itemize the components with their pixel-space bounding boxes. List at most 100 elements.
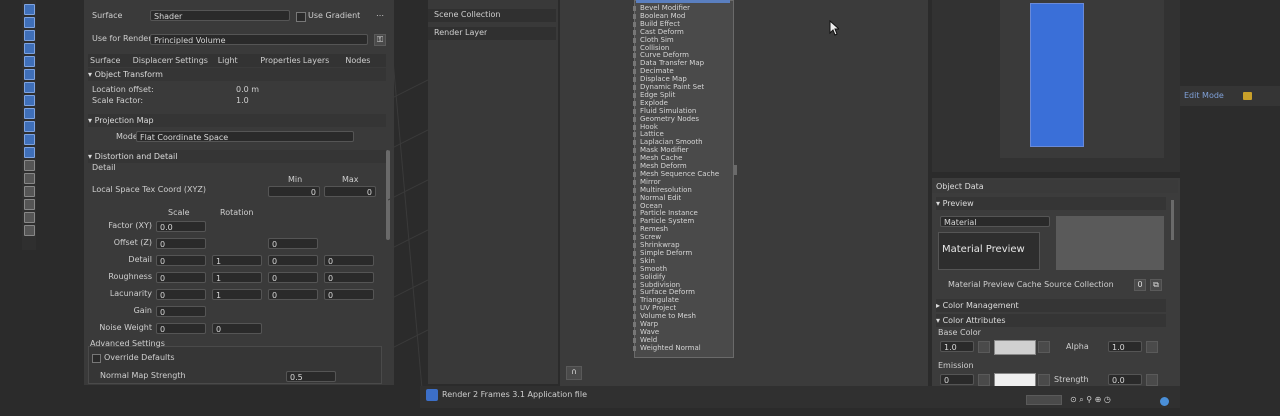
grid-max-field[interactable]: 0 — [324, 186, 376, 197]
caption-value[interactable]: 0 — [1134, 279, 1146, 291]
use-for-dropdown[interactable]: Principled Volume — [150, 34, 368, 45]
circle-icon[interactable] — [24, 225, 35, 236]
annotate-icon[interactable] — [24, 69, 35, 80]
grid-cell-v1[interactable]: 0.0 — [156, 221, 206, 232]
grid-cell-v2[interactable]: 1 — [212, 272, 262, 283]
mouse-cursor-icon — [829, 20, 839, 36]
grid-cell-v1[interactable]: 0 — [156, 272, 206, 283]
outliner-item-2: Render Layer — [434, 28, 488, 37]
scale-icon[interactable] — [24, 43, 35, 54]
status-blue-icon[interactable] — [1160, 397, 1169, 406]
paint-icon[interactable] — [24, 108, 35, 119]
transform-scale-label: Scale Factor: — [92, 96, 144, 105]
brush-icon[interactable] — [24, 95, 35, 106]
node-icon[interactable] — [24, 134, 35, 145]
strength-field[interactable]: 0.0 — [1108, 374, 1142, 385]
preview-thumbnail-text: Material Preview — [942, 244, 1025, 255]
list-bullet — [633, 45, 636, 51]
section-preview[interactable]: ▾ Preview — [936, 197, 1166, 210]
rotate-icon[interactable] — [24, 30, 35, 41]
grid-min-field[interactable]: 0 — [268, 186, 320, 197]
grid-cell-v4[interactable]: 0 — [324, 289, 374, 300]
grid-cell-v4[interactable]: 0 — [324, 272, 374, 283]
lock-toggle-icon[interactable]: ∩ — [566, 366, 582, 380]
doc-icon[interactable] — [24, 186, 35, 197]
normal-strength-label: Normal Map Strength — [100, 371, 186, 380]
section-object-transform[interactable]: ▾ Object Transform — [88, 68, 386, 81]
list-bullet — [633, 337, 636, 343]
tab-3[interactable]: Light — [218, 55, 259, 67]
gradient-checkbox[interactable] — [296, 12, 306, 22]
grid-cell-v3[interactable]: 0 — [268, 272, 318, 283]
section-color-attributes[interactable]: ▾ Color Attributes — [936, 314, 1166, 327]
list-bullet — [633, 132, 636, 138]
measure-icon[interactable] — [24, 82, 35, 93]
grid-cell-v1[interactable]: 0 — [156, 255, 206, 266]
section-distortion[interactable]: ▾ Distortion and Detail — [88, 150, 386, 163]
tab-0[interactable]: Surface — [90, 55, 131, 67]
grid-icon[interactable] — [24, 160, 35, 171]
list-bullet — [633, 235, 636, 241]
list-bullet — [633, 53, 636, 59]
grid-cell-v1[interactable]: 0 — [156, 238, 206, 249]
grid-cell-v4[interactable]: 0 — [324, 255, 374, 266]
base-color-field[interactable]: 1.0 — [940, 341, 974, 352]
list-item[interactable]: Weighted Normal — [640, 344, 732, 353]
list-bullet — [633, 329, 636, 335]
center-pane — [560, 0, 928, 390]
transform-icon[interactable] — [24, 56, 35, 67]
list-bullet — [633, 164, 636, 169]
list-bullet — [633, 290, 636, 296]
tab-4[interactable]: Properties — [260, 55, 301, 67]
alpha-toggle[interactable] — [1146, 341, 1158, 353]
grid-cell-v2[interactable]: 1 — [212, 255, 262, 266]
section-color-management[interactable]: ▸ Color Management — [936, 299, 1166, 312]
move-icon[interactable] — [24, 17, 35, 28]
base-color-swatch[interactable] — [994, 340, 1036, 355]
app-logo-icon — [426, 389, 438, 401]
tab-2[interactable]: Settings — [175, 55, 216, 67]
projection-mode-dropdown[interactable]: Flat Coordinate Space — [136, 131, 354, 142]
emission-toggle[interactable] — [978, 374, 990, 386]
normal-strength-field[interactable]: 0.5 — [286, 371, 336, 382]
use-for-label: Use for Render — [92, 34, 152, 43]
tab-5[interactable]: Layers — [303, 55, 344, 67]
splitter-handle[interactable] — [734, 165, 737, 175]
funnel-icon[interactable] — [24, 212, 35, 223]
properties-scrollbar[interactable] — [1171, 200, 1174, 240]
grid-cell-v1[interactable]: 0 — [156, 306, 206, 317]
status-toggle[interactable] — [1026, 395, 1062, 405]
grid-cell-v3[interactable]: 0 — [268, 255, 318, 266]
override-checkbox[interactable] — [92, 354, 101, 363]
more-icon[interactable]: ⋯ — [376, 10, 384, 22]
emission-field[interactable]: 0 — [940, 374, 974, 385]
list-bullet — [633, 203, 636, 209]
copy-icon[interactable]: ⧉ — [1150, 279, 1162, 291]
square-icon[interactable] — [24, 173, 35, 184]
status-icons[interactable]: ⊙ ⌕ ⚲ ⊕ ◷ — [1070, 394, 1111, 406]
grid-cell-v2[interactable]: 1 — [212, 289, 262, 300]
grid-cell-v2[interactable]: 0 — [212, 323, 262, 334]
cursor-icon[interactable] — [24, 4, 35, 15]
alpha-field[interactable]: 1.0 — [1108, 341, 1142, 352]
base-color-menu[interactable] — [1038, 341, 1050, 353]
surface-field[interactable]: Shader — [150, 10, 290, 21]
list-bullet — [633, 21, 636, 27]
tab-1[interactable]: Displacement — [133, 55, 174, 67]
far-right-folder-icon[interactable] — [1243, 92, 1252, 100]
grid-cell-v3[interactable]: 0 — [268, 238, 318, 249]
section-projection-map[interactable]: ▾ Projection Map — [88, 114, 386, 127]
emission-menu[interactable] — [1038, 374, 1050, 386]
camera-icon[interactable] — [24, 147, 35, 158]
sculpt-icon[interactable] — [24, 121, 35, 132]
tab-6[interactable]: Nodes — [345, 55, 386, 67]
grid-cell-v1[interactable]: 0 — [156, 323, 206, 334]
grid-row-label: Noise Weight — [99, 323, 152, 332]
base-color-toggle[interactable] — [978, 341, 990, 353]
strength-toggle[interactable] — [1146, 374, 1158, 386]
grid-cell-v3[interactable]: 0 — [268, 289, 318, 300]
lock-icon[interactable]: ⚿ — [374, 34, 386, 46]
filter-icon[interactable] — [24, 199, 35, 210]
preview-dropdown[interactable]: Material — [940, 216, 1050, 227]
grid-cell-v1[interactable]: 0 — [156, 289, 206, 300]
